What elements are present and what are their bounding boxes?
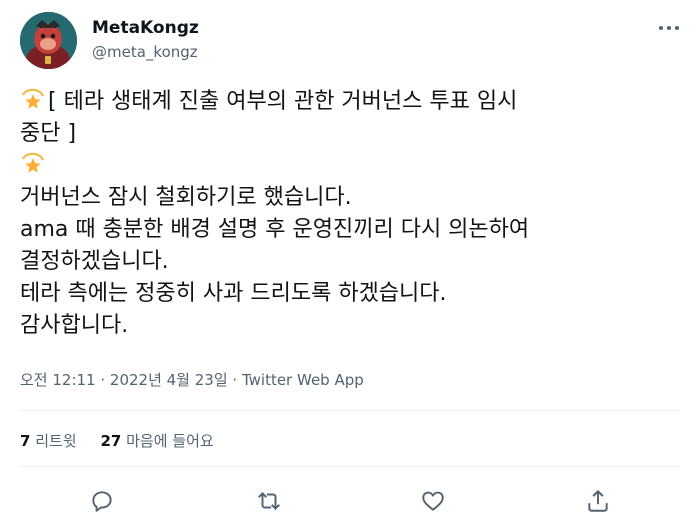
share-icon [588, 489, 608, 512]
tweet-line-2: 중단 ] [20, 121, 77, 146]
retweets-label: 리트윗 [35, 432, 77, 450]
retweets-stat[interactable]: 7 리트윗 [20, 432, 77, 450]
more-icon [659, 26, 679, 30]
retweet-button[interactable] [256, 488, 282, 514]
like-button[interactable] [420, 488, 446, 514]
tweet-line-5: 결정하겠습니다. [20, 249, 169, 274]
divider [20, 410, 680, 411]
tweet-meta: 오전 12:11 · 2022년 4월 23일 · Twitter Web Ap… [20, 369, 364, 390]
author-handle[interactable]: @meta_kongz [92, 43, 198, 61]
tweet-line-4: ama 때 충분한 배경 설명 후 운영진끼리 다시 의논하여 [20, 217, 530, 242]
reply-button[interactable] [89, 488, 115, 514]
reply-icon [92, 491, 112, 512]
engagement-stats: 7 리트윗 27 마음에 들어요 [20, 430, 214, 451]
share-button[interactable] [585, 488, 611, 514]
tweet-datetime[interactable]: 오전 12:11 · 2022년 4월 23일 [20, 371, 228, 389]
avatar-image [20, 12, 77, 69]
likes-count: 27 [100, 432, 122, 450]
tweet-line-6: 테라 측에는 정중히 사과 드리도록 하겠습니다. [20, 281, 447, 306]
avatar[interactable] [20, 12, 77, 69]
dizzy-star-emoji [22, 88, 44, 109]
like-icon [422, 491, 444, 511]
retweet-icon [258, 492, 280, 510]
more-options-button[interactable] [656, 18, 682, 38]
tweet-line-7: 감사합니다. [20, 313, 129, 338]
author-name[interactable]: MetaKongz [92, 18, 199, 38]
likes-stat[interactable]: 27 마음에 들어요 [100, 432, 213, 450]
dizzy-star-emoji [22, 152, 44, 173]
tweet-source-app[interactable]: Twitter Web App [242, 371, 364, 389]
retweets-count: 7 [20, 432, 31, 450]
tweet-line-3: 거버넌스 잠시 철회하기로 했습니다. [20, 185, 352, 210]
action-bar [0, 480, 700, 520]
meta-separator: · [227, 371, 242, 389]
likes-label: 마음에 들어요 [126, 432, 214, 450]
divider [20, 466, 680, 467]
tweet-text: [ 테라 생태계 진출 여부의 관한 거버넌스 투표 임시 중단 ] 거버넌스 … [20, 86, 685, 342]
tweet-line-1: [ 테라 생태계 진출 여부의 관한 거버넌스 투표 임시 [48, 89, 518, 114]
